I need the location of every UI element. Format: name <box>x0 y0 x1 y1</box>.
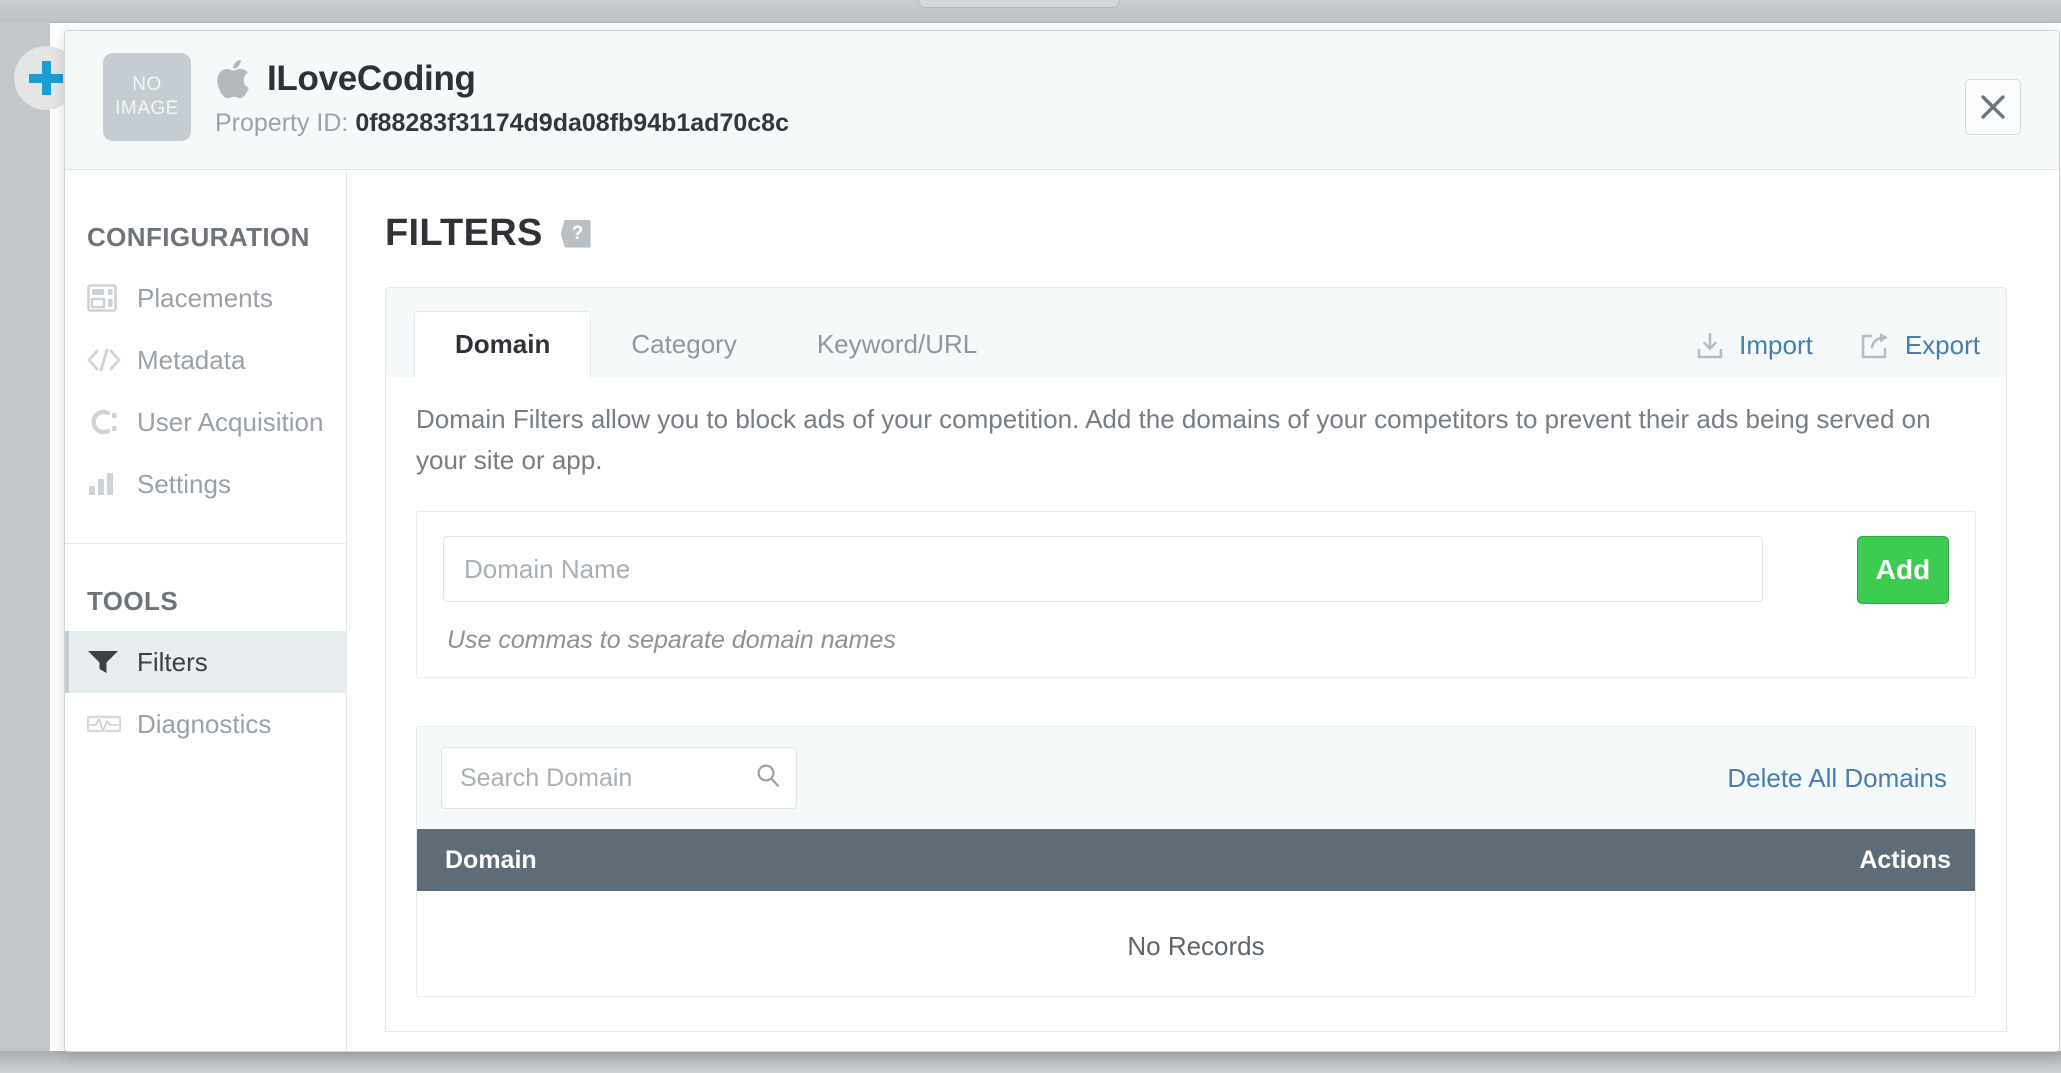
background-left-rail <box>0 22 50 1057</box>
import-icon <box>1695 331 1725 361</box>
export-label: Export <box>1904 330 1980 360</box>
background-bottom-strip <box>0 1051 2061 1073</box>
column-header-actions: Actions <box>1859 845 1951 874</box>
add-hint-text: Use commas to separate domain names <box>447 626 896 654</box>
sidebar-item-label: Placements <box>137 282 273 313</box>
sidebar-item-filters[interactable]: Filters <box>65 631 346 693</box>
page-title-row: FILTERS ? <box>385 170 2007 255</box>
domain-list-card: Delete All Domains Domain Actions No Rec… <box>416 726 1976 997</box>
import-button[interactable]: Import <box>1695 330 1813 361</box>
sidebar-item-diagnostics[interactable]: Diagnostics <box>65 693 346 755</box>
domain-table-header: Domain Actions <box>417 829 1975 891</box>
page-title: FILTERS <box>385 212 543 254</box>
search-domain-input[interactable] <box>441 747 797 809</box>
main-content: FILTERS ? Domain Category Keyword/URL Im… <box>347 170 2059 1051</box>
user-acquisition-icon <box>87 408 131 436</box>
sidebar-item-settings[interactable]: Settings <box>65 453 346 515</box>
pulse-icon <box>87 712 131 736</box>
sidebar-group-tools: Filters Diagnostics <box>65 631 346 755</box>
sidebar-item-label: Filters <box>137 646 208 677</box>
property-detail-modal: NO IMAGE ILoveCoding Property ID: 0f8828… <box>64 30 2060 1052</box>
add-button[interactable]: Add <box>1857 536 1949 604</box>
modal-header: NO IMAGE ILoveCoding Property ID: 0f8828… <box>65 31 2059 170</box>
export-button[interactable]: Export <box>1859 330 1980 361</box>
code-icon <box>87 348 131 372</box>
sidebar-group-title-configuration: CONFIGURATION <box>87 222 310 252</box>
panel-description: Domain Filters allow you to block ads of… <box>416 404 1931 475</box>
sidebar-item-metadata[interactable]: Metadata <box>65 329 346 391</box>
property-id-row: Property ID: 0f88283f31174d9da08fb94b1ad… <box>215 109 789 138</box>
domain-filter-panel: Domain Filters allow you to block ads of… <box>385 377 2007 1032</box>
tab-list: Domain Category Keyword/URL <box>414 288 1017 378</box>
sidebar-item-label: Metadata <box>137 344 246 375</box>
sidebar-item-user-acquisition[interactable]: User Acquisition <box>65 391 346 453</box>
filter-tab-bar: Domain Category Keyword/URL Import Expor… <box>385 287 2007 378</box>
modal-body: CONFIGURATION Placements Metadata User A… <box>65 170 2059 1051</box>
sidebar-item-label: User Acquisition <box>137 406 324 437</box>
thumbnail-line-2: IMAGE <box>115 98 179 119</box>
add-domain-box: Add Use commas to separate domain names <box>416 511 1976 678</box>
sidebar-group-configuration: Placements Metadata User Acquisition Set… <box>65 267 346 515</box>
sidebar: CONFIGURATION Placements Metadata User A… <box>65 170 347 1051</box>
layout-icon <box>87 284 131 312</box>
export-icon <box>1859 331 1891 361</box>
tab-domain[interactable]: Domain <box>414 311 592 378</box>
domain-list-toolbar: Delete All Domains <box>417 727 1975 829</box>
tab-actions: Import Export <box>1695 330 1980 377</box>
sidebar-item-label: Diagnostics <box>137 708 272 739</box>
close-icon <box>1980 94 2006 120</box>
empty-state-message: No Records <box>417 891 1975 996</box>
funnel-icon <box>87 649 131 675</box>
sidebar-item-placements[interactable]: Placements <box>65 267 346 329</box>
tab-keyword-url[interactable]: Keyword/URL <box>777 311 1017 377</box>
property-id-value: 0f88283f31174d9da08fb94b1ad70c8c <box>355 108 789 137</box>
search-domain-wrap <box>441 747 797 809</box>
sidebar-item-label: Settings <box>137 468 231 499</box>
domain-name-input[interactable] <box>443 536 1763 602</box>
property-id-label: Property ID: <box>215 108 349 137</box>
apple-icon <box>215 57 253 101</box>
help-icon[interactable]: ? <box>560 219 591 248</box>
tab-category[interactable]: Category <box>591 311 777 377</box>
thumbnail-line-1: NO <box>132 74 162 95</box>
property-name: ILoveCoding <box>267 58 476 98</box>
sidebar-group-title-tools: TOOLS <box>87 586 179 616</box>
close-button[interactable] <box>1965 79 2021 135</box>
background-pill <box>918 0 1120 8</box>
column-header-domain: Domain <box>445 845 537 874</box>
bar-chart-icon <box>87 471 131 497</box>
delete-all-domains-link[interactable]: Delete All Domains <box>1727 763 1951 794</box>
plus-icon-vertical-bar <box>41 61 51 95</box>
property-thumbnail-placeholder: NO IMAGE <box>103 53 191 141</box>
background-top-strip <box>0 0 2061 22</box>
import-label: Import <box>1739 330 1813 360</box>
